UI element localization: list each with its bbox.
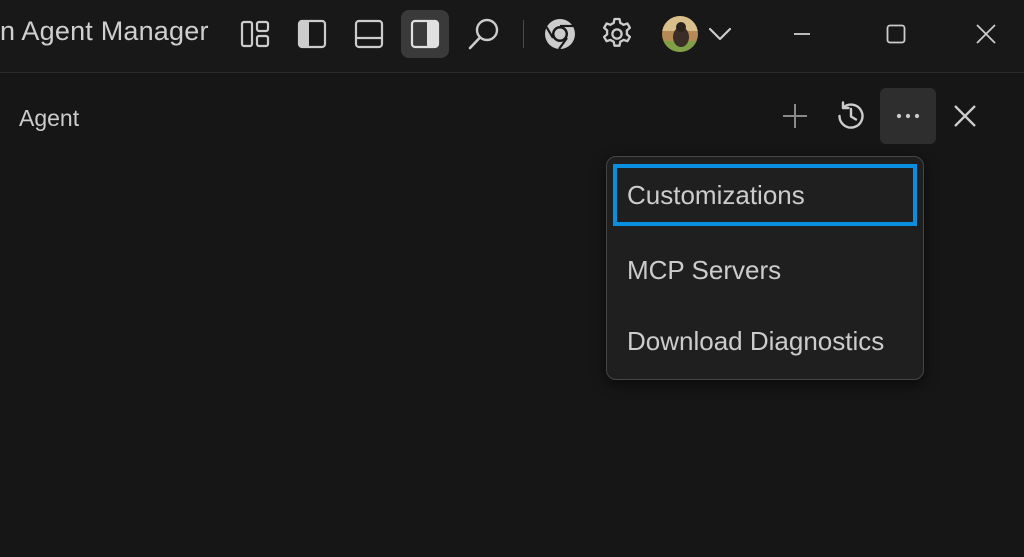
toolbar-separator	[523, 20, 524, 48]
minimize-icon[interactable]	[772, 8, 832, 60]
panel-title: Agent	[19, 105, 80, 131]
menu-item-download-diagnostics[interactable]: Download Diagnostics	[613, 310, 917, 372]
menu-item-customizations[interactable]: Customizations	[613, 164, 917, 226]
gear-icon[interactable]	[593, 10, 641, 58]
window-title: n Agent Manager	[0, 16, 209, 46]
more-icon[interactable]	[880, 88, 936, 144]
title-bar: n Agent Manager	[0, 0, 1024, 73]
toggle-primary-sidebar-icon[interactable]	[288, 10, 336, 58]
search-icon[interactable]	[460, 10, 508, 58]
chrome-icon[interactable]	[536, 10, 584, 58]
customize-layout-icon[interactable]	[232, 10, 280, 58]
maximize-icon[interactable]	[866, 8, 926, 60]
toggle-secondary-sidebar-icon[interactable]	[401, 10, 449, 58]
menu-item-mcp-servers[interactable]: MCP Servers	[613, 239, 917, 301]
avatar[interactable]	[656, 10, 704, 58]
toggle-panel-icon[interactable]	[345, 10, 393, 58]
close-window-icon[interactable]	[956, 8, 1016, 60]
history-icon[interactable]	[823, 88, 879, 144]
more-actions-menu: Customizations MCP Servers Download Diag…	[606, 156, 924, 380]
plus-icon[interactable]	[767, 88, 823, 144]
close-panel-icon[interactable]	[937, 88, 993, 144]
chevron-down-icon[interactable]	[698, 10, 742, 58]
